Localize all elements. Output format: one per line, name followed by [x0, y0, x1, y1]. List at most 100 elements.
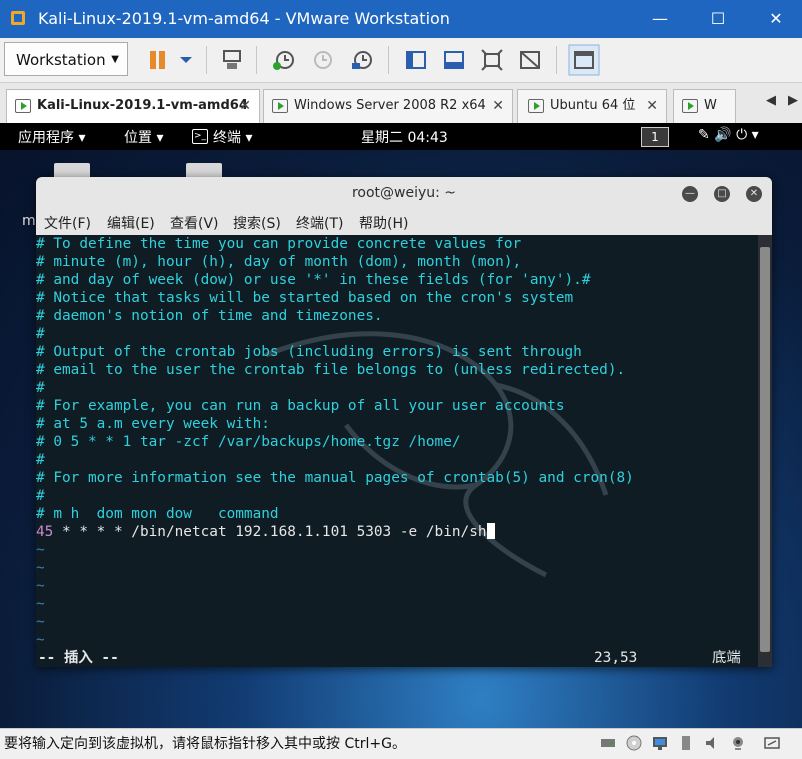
vmware-status-bar: 要将输入定向到该虚拟机，请将鼠标指针移入其中或按 Ctrl+G。 [0, 728, 802, 759]
toolbar-divider [388, 46, 389, 74]
empty-line-tilde: ~ [36, 560, 45, 576]
vmware-logo-icon [11, 11, 25, 25]
terminal-menubar: 文件(F) 编辑(E) 查看(V) 搜索(S) 终端(T) 帮助(H) [36, 210, 772, 235]
clock[interactable]: 星期二 04:43 [361, 127, 448, 147]
crontab-entry-line: 45 * * * * /bin/netcat 192.168.1.101 530… [36, 523, 495, 541]
menu-view[interactable]: 查看(V) [170, 213, 219, 233]
close-icon[interactable]: ✕ [746, 186, 762, 202]
tab-kali-linux[interactable]: Kali-Linux-2019.1-vm-amd64 ✕ [6, 89, 260, 123]
toolbar-divider [256, 46, 257, 74]
close-button[interactable]: ✕ [756, 4, 796, 34]
crontab-comment-line: # Notice that tasks will be started base… [36, 290, 574, 306]
empty-line-tilde: ~ [36, 632, 45, 648]
toolbar-divider [556, 46, 557, 74]
sound-card-icon[interactable] [704, 735, 720, 751]
empty-line-tilde: ~ [36, 596, 45, 612]
tab-close-icon[interactable]: ✕ [492, 90, 504, 122]
text-cursor [486, 523, 495, 539]
tab-label: Windows Server 2008 R2 x64 [294, 98, 486, 113]
menu-edit[interactable]: 编辑(E) [107, 213, 155, 233]
tab-prev-icon[interactable]: ◀ [766, 93, 776, 108]
crontab-comment-line: # For example, you can run a backup of a… [36, 398, 565, 414]
menu-file[interactable]: 文件(F) [44, 213, 91, 233]
tab-label: Ubuntu 64 位 [550, 98, 636, 113]
terminal-window[interactable]: root@weiyu: ~ — □ ✕ 文件(F) 编辑(E) 查看(V) 搜索… [36, 177, 772, 667]
terminal-scrollbar[interactable] [758, 235, 772, 667]
crontab-comment-line: # [36, 452, 45, 468]
pause-icon[interactable] [146, 48, 170, 72]
workstation-menu-button[interactable]: Workstation ▼ [4, 42, 128, 76]
tab-ubuntu[interactable]: Ubuntu 64 位 ✕ [517, 89, 667, 123]
chevron-down-icon: ▼ [111, 54, 119, 65]
crontab-comment-line: # To define the time you can provide con… [36, 236, 522, 252]
cursor-position: 23,53 [594, 650, 638, 666]
terminal-app-icon: >_ [192, 129, 208, 144]
webcam-icon[interactable] [730, 735, 746, 751]
status-message: 要将输入定向到该虚拟机，请将鼠标指针移入其中或按 Ctrl+G。 [4, 736, 406, 752]
scroll-position: 底端 [712, 650, 741, 666]
cd-rom-icon[interactable] [626, 735, 642, 751]
tab-next-icon[interactable]: ▶ [788, 93, 798, 108]
menu-search[interactable]: 搜索(S) [233, 213, 281, 233]
crontab-comment-line: # Output of the crontab jobs (including … [36, 344, 582, 360]
revert-snapshot-icon [314, 51, 332, 69]
terminal-title: root@weiyu: ~ [351, 185, 457, 201]
vm-icon [682, 99, 698, 113]
tab-windows[interactable]: W [673, 89, 736, 123]
places-menu[interactable]: 位置 ▾ [124, 127, 163, 147]
gnome-top-bar: 应用程序 ▾ 位置 ▾ >_ 终端 ▾ 星期二 04:43 1 ✎ 🔊 ⏻ ▾ [0, 123, 802, 150]
tab-close-icon[interactable]: ✕ [239, 90, 251, 122]
snapshot-manager-icon[interactable] [350, 48, 374, 72]
maximize-button[interactable]: ☐ [698, 4, 738, 34]
view-mode-icon[interactable] [568, 44, 600, 76]
crontab-comment-line: # [36, 326, 45, 342]
maximize-icon[interactable]: □ [714, 186, 730, 202]
fullscreen-icon[interactable] [480, 48, 504, 72]
cron-command: * * * * /bin/netcat 192.168.1.101 5303 -… [53, 524, 487, 540]
vm-icon [528, 99, 544, 113]
desktop-label: m [22, 213, 36, 229]
console-view-icon[interactable] [442, 48, 466, 72]
crontab-comment-line: # daemon's notion of time and timezones. [36, 308, 383, 324]
pause-dropdown-icon[interactable] [174, 48, 198, 72]
window-title: Kali-Linux-2019.1-vm-amd64 - VMware Work… [38, 9, 450, 28]
minimize-icon[interactable]: — [682, 186, 698, 202]
display-stretch-icon[interactable] [764, 735, 780, 751]
vim-status-line: -- 插入 -- 23,53 底端 [36, 649, 758, 667]
vmware-toolbar: Workstation ▼ [0, 38, 802, 83]
terminal-titlebar: root@weiyu: ~ — □ ✕ [36, 177, 772, 210]
menu-terminal[interactable]: 终端(T) [296, 213, 343, 233]
tab-close-icon[interactable]: ✕ [646, 90, 658, 122]
crontab-comment-line: # m h dom mon dow command [36, 506, 279, 522]
crontab-comment-line: # minute (m), hour (h), day of month (do… [36, 254, 522, 270]
vmware-title-bar: Kali-Linux-2019.1-vm-amd64 - VMware Work… [0, 0, 802, 38]
vm-tab-bar: Kali-Linux-2019.1-vm-amd64 ✕ Windows Ser… [0, 83, 802, 123]
vm-running-icon [15, 99, 31, 113]
network-adapter-icon[interactable] [652, 735, 668, 751]
empty-line-tilde: ~ [36, 578, 45, 594]
hard-disk-icon[interactable] [600, 735, 616, 751]
tab-label: Kali-Linux-2019.1-vm-amd64 [37, 98, 248, 113]
crontab-comment-line: # at 5 a.m every week with: [36, 416, 270, 432]
crontab-comment-line: # For more information see the manual pa… [36, 470, 634, 486]
system-tray[interactable]: ✎ 🔊 ⏻ ▾ [698, 127, 759, 143]
vm-guest-screen[interactable]: 应用程序 ▾ 位置 ▾ >_ 终端 ▾ 星期二 04:43 1 ✎ 🔊 ⏻ ▾ … [0, 123, 802, 728]
minimize-button[interactable]: — [640, 4, 680, 34]
applications-menu[interactable]: 应用程序 ▾ [18, 127, 85, 147]
usb-device-icon[interactable] [678, 735, 694, 751]
library-view-icon[interactable] [404, 48, 428, 72]
snapshot-icon[interactable] [272, 48, 296, 72]
menu-help[interactable]: 帮助(H) [359, 213, 408, 233]
terminal-content[interactable]: # To define the time you can provide con… [36, 235, 758, 667]
crontab-comment-line: # [36, 488, 45, 504]
tab-windows-server[interactable]: Windows Server 2008 R2 x64 ✕ [263, 89, 513, 123]
workspace-indicator[interactable]: 1 [641, 127, 669, 147]
vm-icon [272, 99, 288, 113]
scrollbar-thumb[interactable] [760, 247, 770, 652]
send-ctrl-alt-del-icon[interactable] [220, 48, 244, 72]
terminal-app-menu[interactable]: 终端 ▾ [213, 127, 252, 147]
workstation-label: Workstation [16, 51, 106, 69]
empty-line-tilde: ~ [36, 542, 45, 558]
cron-minute: 45 [36, 524, 54, 540]
unity-mode-icon[interactable] [518, 48, 542, 72]
